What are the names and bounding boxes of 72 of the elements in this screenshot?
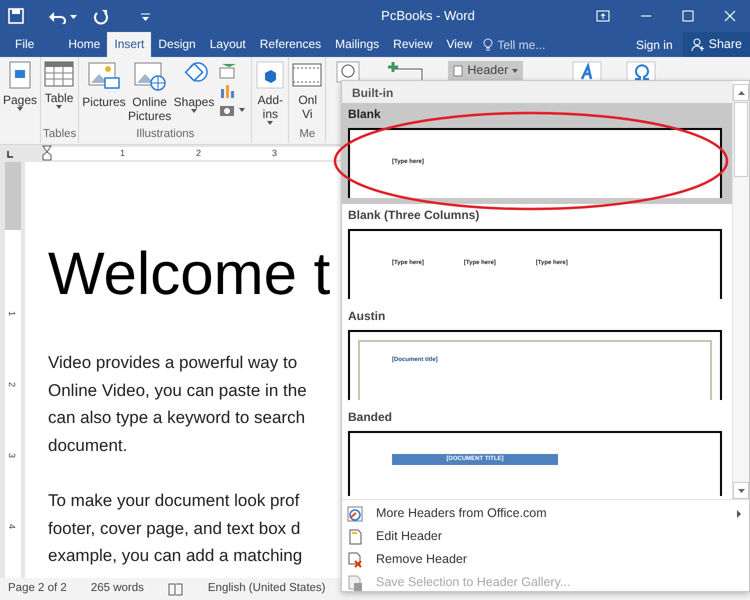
page-icon [453, 64, 464, 76]
sign-in-link[interactable]: Sign in [636, 36, 673, 54]
caret-icon [70, 14, 77, 19]
page-delete-icon [347, 552, 363, 568]
ribbon-tab[interactable]: Insert [107, 32, 152, 57]
save-icon[interactable] [8, 8, 24, 24]
group-label: Me [298, 126, 316, 142]
ribbon-button[interactable]: Shapes [172, 59, 216, 126]
ruler-number: 2 [196, 148, 202, 159]
body-paragraph: Video provides a powerful way to Online Video, you can paste in the can also type a keyword to search document. [48, 352, 308, 456]
group-label: Illustrations [135, 126, 196, 142]
window-title: PcBooks - Word [380, 7, 476, 26]
globe-arrow-icon [347, 506, 363, 522]
tab-stop-icon [6, 150, 14, 158]
proofing-book-icon[interactable] [168, 582, 184, 596]
redo-icon[interactable] [93, 8, 109, 25]
page-icon [8, 61, 32, 89]
ribbon-button[interactable]: Pictures [81, 59, 127, 126]
undo-icon[interactable] [48, 10, 66, 24]
tell-me-search[interactable]: Tell me... [497, 36, 546, 54]
scroll-down-icon[interactable] [738, 488, 744, 492]
word-count: 265 words [90, 581, 144, 596]
store-icon [256, 61, 284, 89]
scroll-up-icon[interactable] [738, 90, 744, 94]
caret-icon [512, 68, 518, 72]
ribbon-button[interactable]: Table [43, 59, 76, 126]
group-label: Tables [43, 126, 76, 142]
customize-icon[interactable] [141, 12, 150, 21]
table-icon [44, 61, 74, 87]
ribbon-tab[interactable]: References [252, 32, 328, 57]
ribbon-tab[interactable]: View [440, 32, 480, 57]
menu-item[interactable]: Edit Header [342, 525, 749, 548]
header-button[interactable]: Header [448, 61, 524, 80]
person-icon [690, 38, 705, 52]
ruler-number: 2 [6, 382, 17, 387]
ribbon-button[interactable]: Onl Vi [291, 59, 324, 126]
ribbon-button[interactable]: Add-ins [254, 59, 286, 143]
scrollbar[interactable] [732, 84, 749, 499]
ribbon-tab[interactable]: Design [151, 32, 203, 57]
maximize-icon[interactable] [682, 10, 694, 22]
ribbon-tab[interactable]: Home [61, 32, 108, 57]
scroll-thumb[interactable] [734, 102, 748, 177]
picture-globe-icon [134, 61, 166, 91]
ribbon-tab[interactable]: File [8, 32, 42, 57]
ruler-number: 4 [6, 524, 17, 529]
ribbon-display-icon[interactable] [596, 10, 610, 22]
camera-icon [219, 103, 236, 117]
top-margin-marker [5, 162, 21, 230]
share-button[interactable]: Share [682, 32, 750, 57]
close-icon[interactable] [724, 10, 736, 22]
ribbon-tab[interactable]: Review [386, 32, 440, 57]
page-icon [347, 528, 363, 544]
ruler-number: 1 [120, 148, 126, 159]
picture-icon [88, 61, 120, 91]
smartart-icon [219, 63, 238, 79]
ribbon-button[interactable]: Online Pictures [126, 59, 173, 126]
screenshot-button[interactable] [219, 103, 246, 117]
ribbon-tab[interactable]: Layout [202, 32, 253, 57]
ribbon-tab[interactable]: Mailings [328, 32, 386, 57]
menu-item[interactable]: More Headers from Office.com [342, 502, 749, 525]
ribbon-button[interactable]: Pages [2, 59, 38, 143]
section-heading: Built-in [342, 81, 732, 103]
ruler-number: 1 [6, 311, 17, 316]
body-paragraph: To make your document look prof footer, cover page, and text box d example, you can add a matching [48, 490, 304, 567]
ruler-number: 3 [272, 148, 278, 159]
language-status[interactable]: English (United States) [208, 580, 326, 598]
ruler-number: 3 [6, 453, 17, 458]
lightbulb-icon [483, 38, 494, 52]
page-count: Page 2 of 2 [8, 581, 67, 596]
document-heading: Welcome t [48, 242, 332, 306]
menu-item[interactable]: Remove Header [342, 548, 749, 571]
film-icon [292, 61, 322, 89]
